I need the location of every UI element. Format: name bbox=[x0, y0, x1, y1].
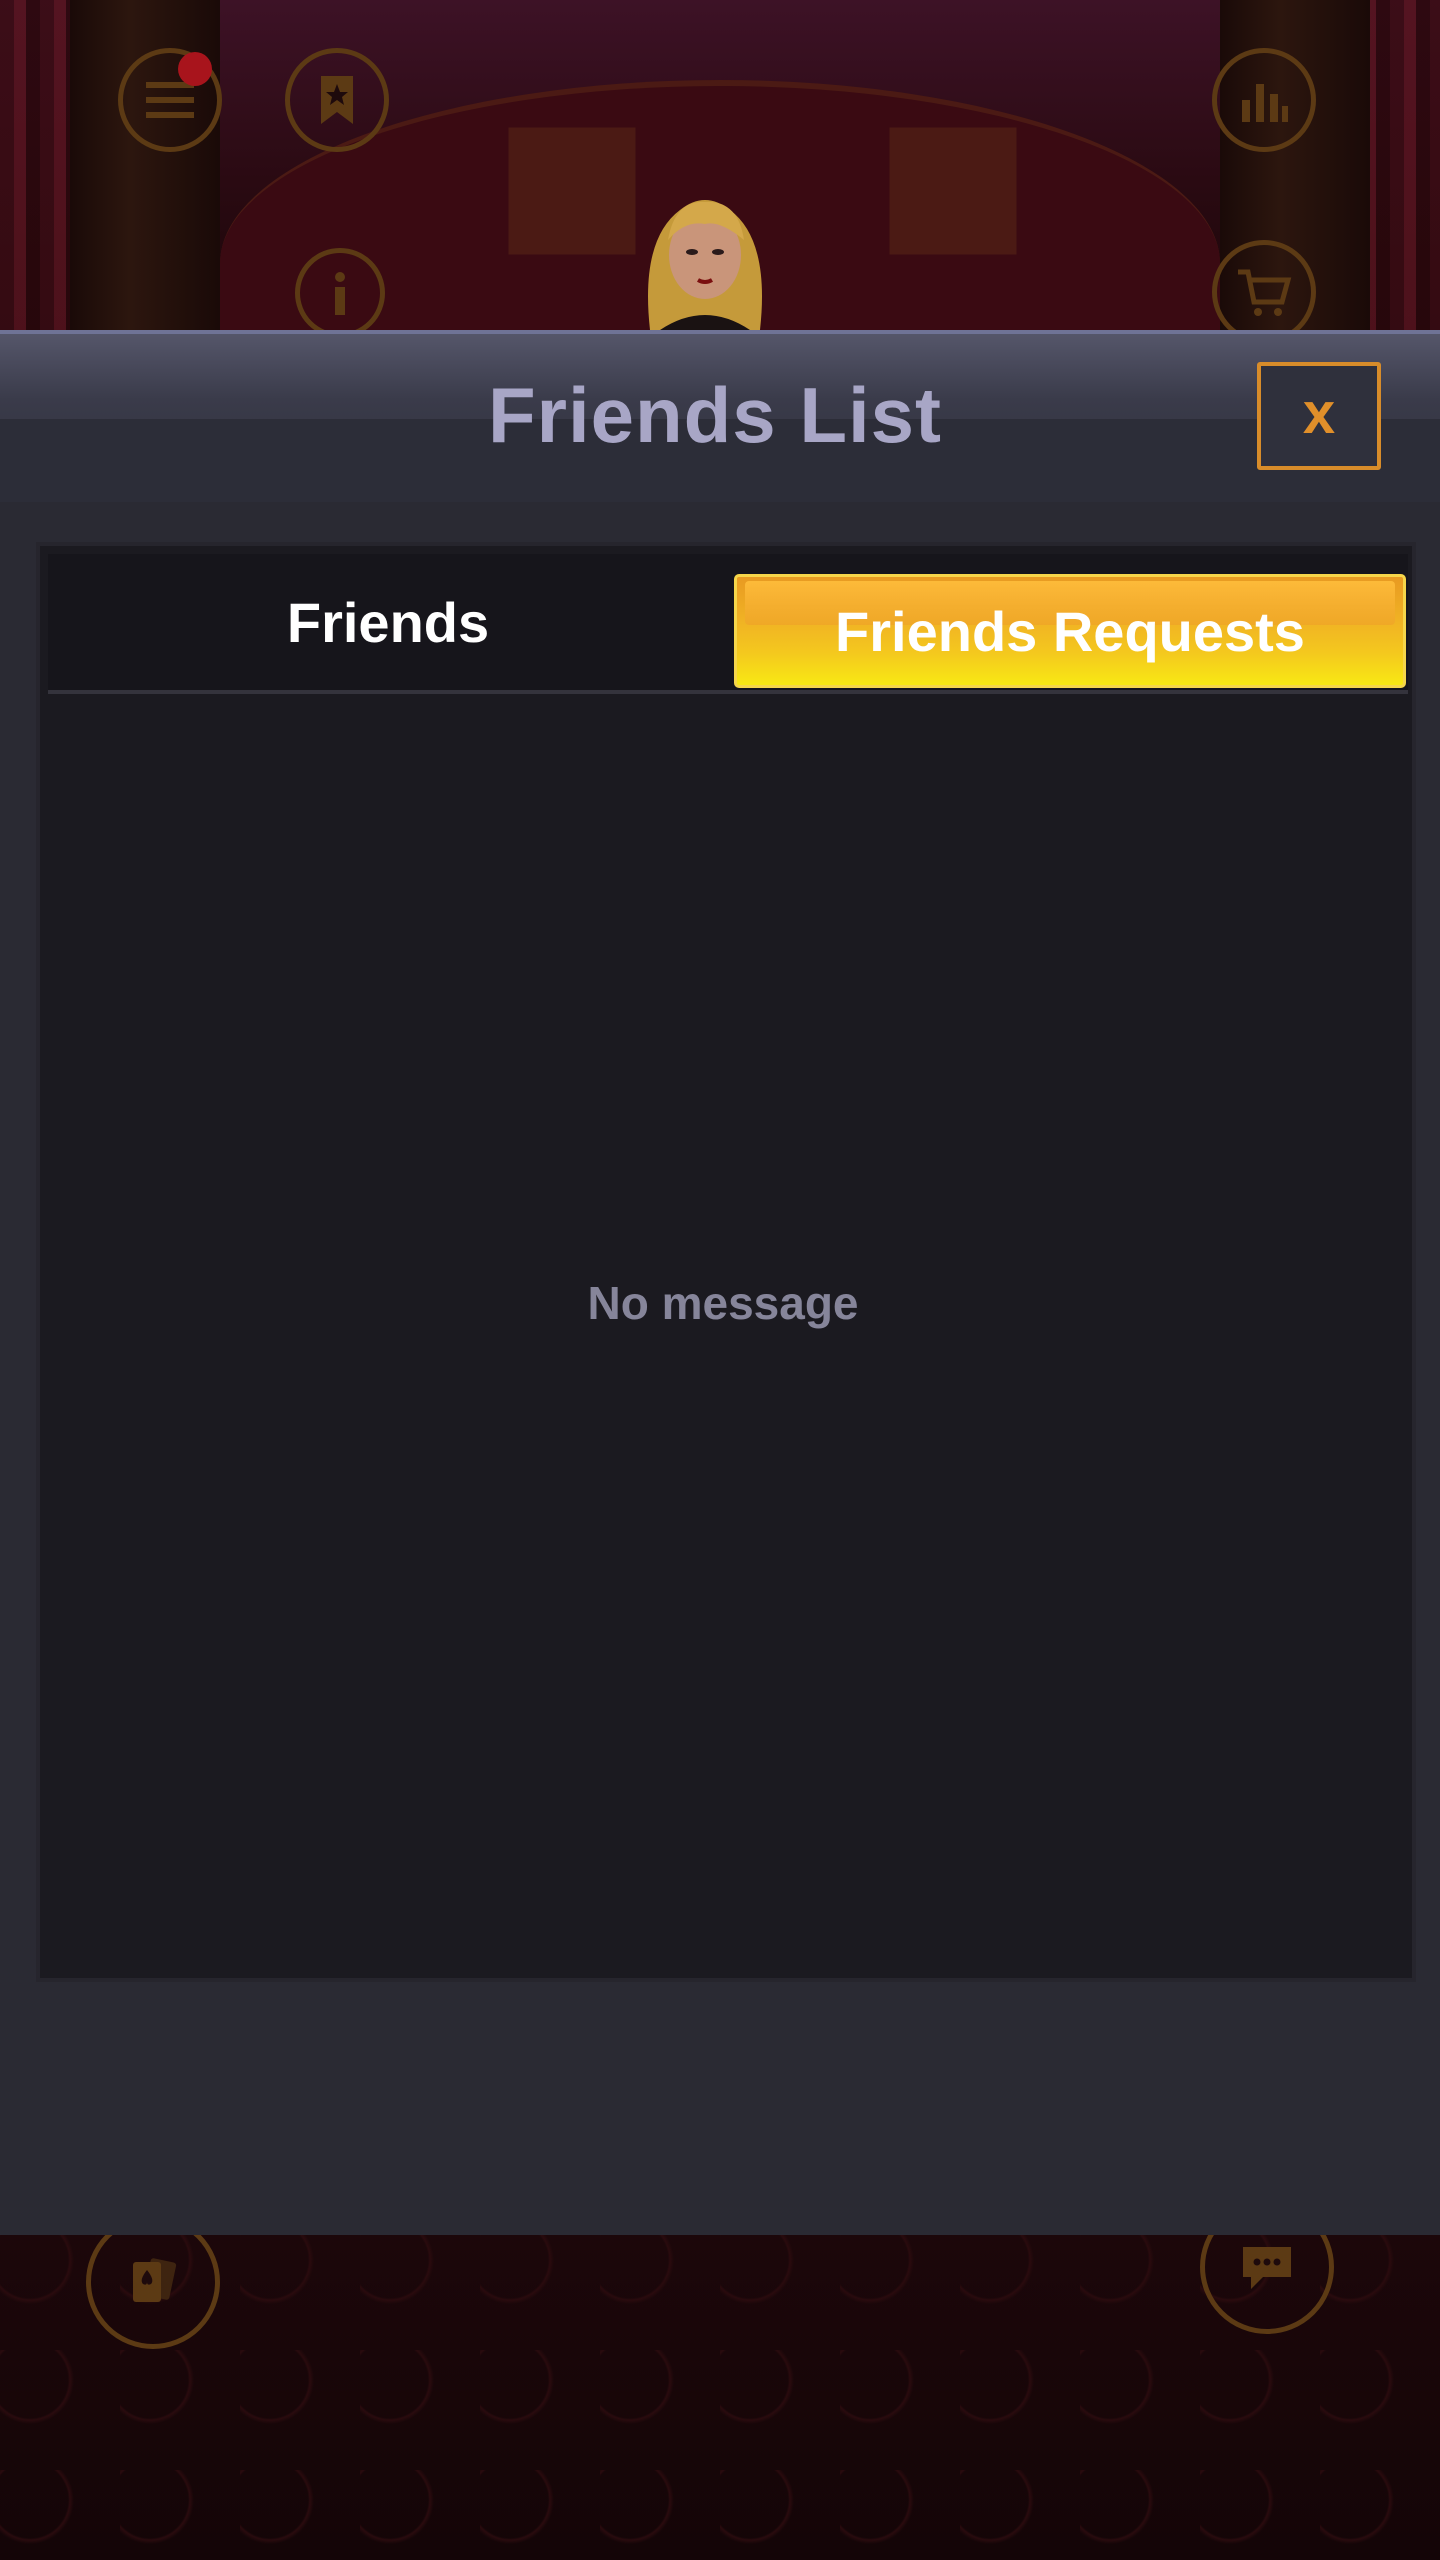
cards-icon bbox=[133, 2258, 177, 2302]
favorites-button[interactable] bbox=[285, 48, 389, 152]
tab-friends-requests[interactable]: Friends Requests bbox=[734, 574, 1406, 688]
cart-icon bbox=[1238, 269, 1292, 316]
modal-title: Friends List bbox=[487, 371, 943, 459]
games-button[interactable] bbox=[86, 2215, 220, 2349]
tab-friends[interactable]: Friends bbox=[48, 554, 728, 690]
stats-icon bbox=[1242, 84, 1288, 122]
notification-badge bbox=[178, 52, 212, 86]
tab-label: Friends Requests bbox=[835, 599, 1305, 663]
dealer-avatar bbox=[648, 200, 762, 330]
close-icon: x bbox=[1302, 380, 1336, 446]
chat-icon bbox=[1243, 2247, 1291, 2289]
close-button[interactable]: x bbox=[1257, 362, 1381, 470]
leaderboard-button[interactable] bbox=[1212, 48, 1316, 152]
pillar-left bbox=[70, 0, 220, 330]
info-button[interactable] bbox=[295, 248, 385, 338]
shop-button[interactable] bbox=[1212, 240, 1316, 344]
tab-bar: Friends Friends Requests bbox=[48, 554, 1408, 694]
friends-panel: Friends Friends Requests No message bbox=[36, 542, 1416, 1982]
info-icon bbox=[335, 272, 345, 315]
modal-header: Friends List x bbox=[0, 330, 1440, 502]
friends-list-modal: Friends List x Friends Friends Requests … bbox=[0, 330, 1440, 2235]
bookmark-star-icon bbox=[321, 76, 353, 124]
empty-state-message: No message bbox=[587, 1277, 859, 1329]
